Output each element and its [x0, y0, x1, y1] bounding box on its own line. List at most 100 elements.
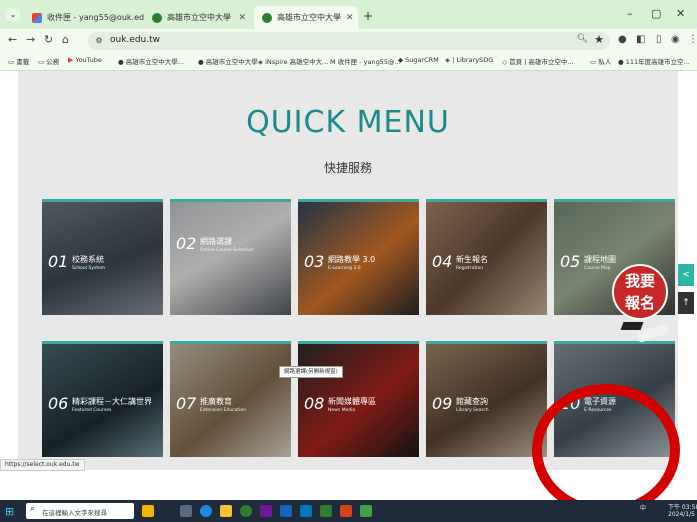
tile-number: 04	[432, 252, 453, 271]
quick-tile-registration[interactable]: 04 新生報名 Registration	[426, 199, 547, 315]
quick-tile-extension-education[interactable]: 07 推廣教育 Extension Education	[170, 341, 291, 457]
youtube-icon: ▶	[68, 56, 74, 64]
close-icon[interactable]: ✕	[238, 13, 246, 23]
forward-icon[interactable]: →	[26, 33, 35, 46]
tile-number: 01	[48, 252, 69, 271]
browser-tab-bar: ⌄ 收件匣 - yang55@ouk.edu.tw ✕ 高雄市立空中大學 ✕ 高…	[0, 0, 697, 29]
bookmark-item[interactable]: ● 高雄市立空中大學	[198, 56, 258, 66]
tile-sub-label: Extension Education	[200, 408, 246, 413]
extensions-puzzle-icon[interactable]: ◧	[636, 34, 645, 45]
quick-tile-course-selection[interactable]: 02 網路選課 Online Course Selection	[170, 199, 291, 315]
windows-taskbar: ⊞ ⌕ 在這裡輸入文字來搜尋 中 下午 03:58 2024/1/5	[0, 500, 697, 522]
gmail-icon	[32, 12, 42, 23]
bookmarks-bar: ▭ 書籤 ▭ 公務 ▶ YouTube ● 高雄市立空中大學... ● 高雄市立…	[0, 53, 697, 71]
search-icon: ⌕	[30, 504, 36, 514]
tab-school-1[interactable]: 高雄市立空中大學 ✕	[144, 6, 254, 29]
tab-search-button[interactable]: ⌄	[6, 9, 20, 21]
tile-number: 05	[560, 252, 581, 271]
widget-icon[interactable]	[142, 505, 154, 517]
bookmark-item[interactable]: ◈ | LibrarySDG	[445, 56, 493, 64]
tile-number: 07	[176, 394, 197, 413]
tab-label: 收件匣 - yang55@ouk.edu.tw	[47, 13, 144, 22]
back-icon[interactable]: ←	[8, 33, 17, 46]
tooltip: 網路選課(另開新視窗)	[279, 366, 343, 378]
address-bar[interactable]: ⚙ ouk.edu.tw 🔍︎ ★	[88, 32, 610, 50]
close-window-button[interactable]: ✕	[676, 7, 685, 20]
school-icon	[262, 12, 272, 23]
sidebar-icon[interactable]: ▯	[656, 34, 662, 45]
tile-sub-label: School System	[72, 266, 106, 271]
new-tab-button[interactable]: +	[363, 9, 373, 23]
tile-number: 09	[432, 394, 453, 413]
tile-sub-label: News Media	[328, 408, 356, 413]
app-icon[interactable]	[260, 505, 272, 517]
bookmark-item[interactable]: ◈ iNspire 高雄空中大...	[258, 56, 328, 66]
tile-label: 新生報名	[456, 255, 488, 264]
tile-label: 推廣教育	[200, 397, 232, 406]
chrome-icon[interactable]	[240, 505, 252, 517]
minimize-button[interactable]: –	[627, 7, 633, 20]
task-view-icon[interactable]	[180, 505, 192, 517]
app-icon[interactable]	[280, 505, 292, 517]
share-icon[interactable]: <	[678, 264, 694, 286]
clock-date[interactable]: 2024/1/5	[668, 511, 695, 518]
tile-label: 校務系統	[72, 255, 104, 264]
home-icon[interactable]: ⌂	[62, 33, 69, 46]
bookmark-star-icon[interactable]: ★	[594, 33, 604, 46]
bookmark-item[interactable]: ◆ SugarCRM	[398, 56, 439, 64]
clock-time[interactable]: 下午 03:58	[668, 502, 697, 511]
word-icon[interactable]	[300, 505, 312, 517]
address-toolbar: ← → ↻ ⌂ ⚙ ouk.edu.tw 🔍︎ ★ ● ◧ ▯ ◉ ⋮	[0, 29, 697, 53]
badge-text-line1: 我要	[624, 272, 655, 290]
file-explorer-icon[interactable]	[220, 505, 232, 517]
back-to-top-icon[interactable]: ↑	[678, 292, 694, 314]
bookmark-item[interactable]: ◇ 首頁 | 高雄市立空中...	[502, 56, 574, 66]
tile-number: 06	[48, 394, 69, 413]
url-text[interactable]: ouk.edu.tw	[110, 35, 160, 45]
close-icon[interactable]: ✕	[346, 13, 354, 23]
tile-number: 02	[176, 234, 197, 253]
tile-number: 08	[304, 394, 325, 413]
tab-gmail[interactable]: 收件匣 - yang55@ouk.edu.tw ✕	[24, 6, 144, 29]
edge-icon[interactable]	[200, 505, 212, 517]
quick-tile-elearning[interactable]: 03 網路教學 3.0 E-Learning 3.0	[298, 199, 419, 315]
excel-icon[interactable]	[320, 505, 332, 517]
site-info-icon[interactable]: ⚙	[93, 35, 105, 47]
bookmark-item[interactable]: M 收件匣 - yang55@...	[330, 56, 401, 66]
reload-icon[interactable]: ↻	[44, 33, 53, 46]
app-icon[interactable]	[360, 505, 372, 517]
tile-sub-label: Online Course Selection	[200, 248, 254, 253]
tile-sub-label: Registration	[456, 266, 484, 271]
tab-school-active[interactable]: 高雄市立空中大學 ✕	[254, 6, 358, 29]
tile-label: 精彩課程－大仁講世界	[72, 397, 152, 406]
tile-sub-label: E-Learning 3.0	[328, 266, 361, 271]
annotation-circle	[532, 384, 680, 516]
windows-start-icon[interactable]: ⊞	[5, 505, 14, 518]
profile-icon[interactable]: ◉	[671, 34, 680, 45]
tab-label: 高雄市立空中大學	[167, 13, 231, 22]
quick-tile-school-system[interactable]: 01 校務系統 School System	[42, 199, 163, 315]
menu-icon[interactable]: ⋮	[688, 34, 697, 45]
graduation-cap-icon	[620, 322, 644, 330]
maximize-button[interactable]: ▢	[651, 7, 661, 20]
ime-indicator[interactable]: 中	[640, 503, 646, 512]
bookmark-item[interactable]: ▭ 書籤	[8, 56, 29, 66]
tile-sub-label: Library Search	[456, 408, 489, 413]
zoom-icon[interactable]: 🔍︎	[577, 34, 588, 44]
tile-number: 03	[304, 252, 325, 271]
bookmark-item[interactable]: ▭ 私人	[590, 56, 611, 66]
quick-tile-library-search[interactable]: 09 館藏查詢 Library Search	[426, 341, 547, 457]
taskbar-search[interactable]: ⌕ 在這裡輸入文字來搜尋	[26, 503, 134, 519]
bookmark-item[interactable]: ▶ YouTube	[68, 56, 102, 64]
bookmark-item[interactable]: ▭ 公務	[38, 56, 59, 66]
quick-tile-news-media[interactable]: 08 新聞媒體專區 News Media	[298, 341, 419, 457]
bookmark-item[interactable]: ● 高雄市立空中大學...	[118, 56, 184, 66]
tile-label: 網路教學 3.0	[328, 255, 376, 264]
quick-tile-featured-courses[interactable]: 06 精彩課程－大仁講世界 Featured Courses	[42, 341, 163, 457]
register-now-badge[interactable]: 我要 報名	[612, 264, 672, 354]
tile-label: 新聞媒體專區	[328, 397, 376, 406]
app-icon[interactable]	[340, 505, 352, 517]
extension-icon[interactable]: ●	[618, 34, 627, 45]
bookmark-item[interactable]: ● 111年度高雄市立空...	[618, 56, 690, 66]
badge-text-line2: 報名	[624, 294, 655, 312]
